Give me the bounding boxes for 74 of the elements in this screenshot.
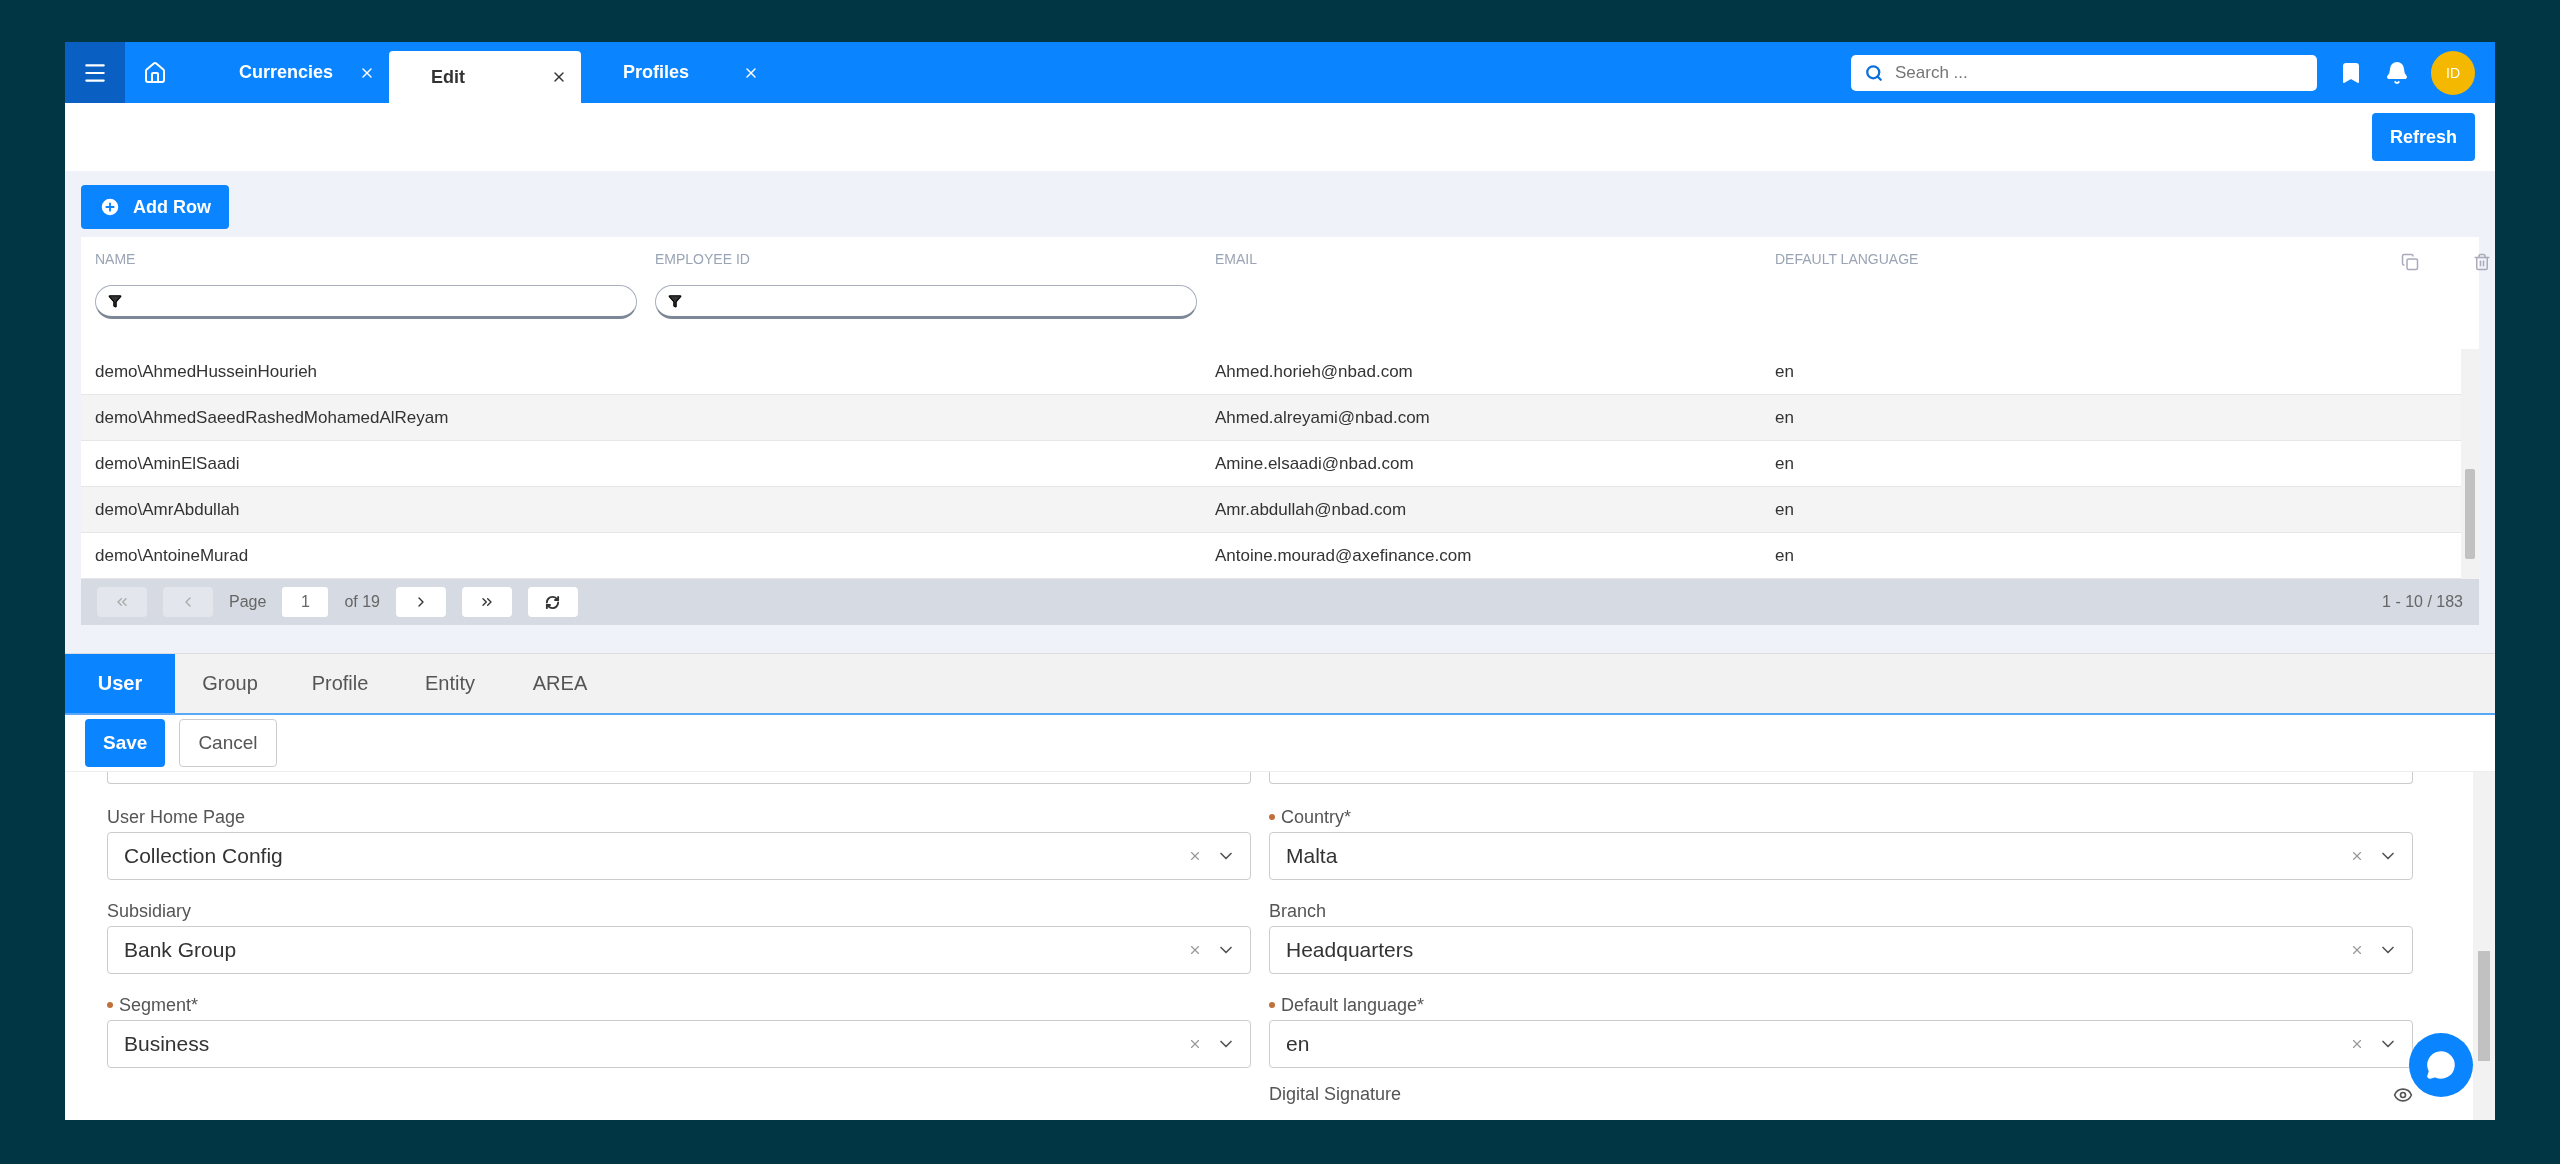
menu-button[interactable] <box>65 42 125 103</box>
table-cell-text: en <box>1774 407 1795 428</box>
bell-icon <box>2385 60 2409 85</box>
page-tab[interactable]: Profiles <box>581 42 773 103</box>
input-field[interactable] <box>1269 772 2413 784</box>
table-cell-text: demo\AntoineMurad <box>94 545 250 566</box>
input-field[interactable] <box>107 772 1251 784</box>
reload-button[interactable] <box>527 587 578 617</box>
table-cell-text: Amine.elsaadi@nbad.com <box>1214 453 1415 474</box>
select-field[interactable]: en <box>1269 1020 2413 1068</box>
save-button[interactable]: Save <box>85 719 166 767</box>
filter-icon <box>668 294 682 308</box>
field-label: Branch <box>1269 900 1327 922</box>
table-cell-text: Ahmed.horieh@nbad.com <box>1214 361 1414 382</box>
table-cell-text: demo\AhmedSaeedRashedMohamedAlReyam <box>94 407 450 428</box>
cancel-button[interactable]: Cancel <box>179 719 277 767</box>
section-tab[interactable]: Group <box>175 654 285 713</box>
notifications-button[interactable] <box>2385 60 2409 85</box>
field-label: Digital Signature <box>1269 1084 1402 1105</box>
column-header: NAME <box>95 251 137 267</box>
table-cell-text: Antoine.mourad@axefinance.com <box>1214 545 1473 566</box>
clear-icon[interactable] <box>2350 943 2364 957</box>
field-label: User Home Page <box>107 806 246 828</box>
delete-icon[interactable] <box>2473 253 2491 271</box>
select-field[interactable]: Business <box>107 1020 1251 1068</box>
scrollbar[interactable] <box>2473 772 2495 1120</box>
page-tab[interactable]: Currencies <box>197 42 389 103</box>
field-label: Subsidiary <box>107 900 192 922</box>
copy-icon[interactable] <box>2401 253 2419 271</box>
page-label: Page <box>229 593 267 611</box>
column-header: DEFAULT LANGUAGE <box>1775 251 1920 267</box>
chat-button[interactable] <box>2409 1033 2473 1097</box>
home-icon <box>143 60 167 85</box>
clear-icon[interactable] <box>1188 1037 1202 1051</box>
table-cell-text: demo\AhmedHusseinHourieh <box>94 361 319 382</box>
column-header: EMPLOYEE ID <box>655 251 751 267</box>
refresh-button[interactable]: Refresh <box>2371 113 2475 161</box>
table-cell-text: en <box>1774 453 1795 474</box>
field-label: Country* <box>1281 806 1352 828</box>
table-cell-text: demo\AmrAbdullah <box>94 499 241 520</box>
plus-icon <box>99 196 121 218</box>
field-label: Segment* <box>119 994 199 1016</box>
page-input[interactable]: 1 <box>282 587 329 617</box>
chat-icon <box>2426 1050 2456 1080</box>
clear-icon[interactable] <box>2350 1037 2364 1051</box>
clear-icon[interactable] <box>1188 849 1202 863</box>
table-cell-text: en <box>1774 361 1795 382</box>
select-field[interactable]: Malta <box>1269 832 2413 880</box>
search-icon <box>1865 63 1883 82</box>
select-field[interactable]: Bank Group <box>107 926 1251 974</box>
select-field[interactable]: Headquarters <box>1269 926 2413 974</box>
scrollbar[interactable] <box>2461 349 2479 579</box>
table-cell-text: en <box>1774 499 1795 520</box>
section-tab[interactable]: User <box>65 654 175 713</box>
section-tab[interactable]: AREA <box>505 654 615 713</box>
select-field[interactable]: Collection Config <box>107 832 1251 880</box>
table-cell-text: en <box>1774 545 1795 566</box>
section-tab[interactable]: Entity <box>395 654 505 713</box>
column-header: EMAIL <box>1215 251 1258 267</box>
filter-icon <box>108 294 122 308</box>
table-cell-text: demo\AminElSaadi <box>94 453 241 474</box>
field-label: Default language* <box>1281 994 1425 1016</box>
table-cell-text: Amr.abdullah@nbad.com <box>1214 499 1408 520</box>
add-row-button[interactable]: Add Row <box>81 185 229 229</box>
search-box[interactable]: Search ... <box>1851 54 2317 91</box>
refresh-icon <box>545 594 561 610</box>
last-page-button[interactable] <box>461 587 512 617</box>
section-tab[interactable]: Profile <box>285 654 395 713</box>
page-tab[interactable]: Edit <box>389 51 581 103</box>
table-cell-text: Ahmed.alreyami@nbad.com <box>1214 407 1431 428</box>
clear-icon[interactable] <box>1188 943 1202 957</box>
record-range: 1 - 10 / 183 <box>2382 593 2463 611</box>
page-count: of 19 <box>344 593 380 611</box>
clear-icon[interactable] <box>2350 849 2364 863</box>
